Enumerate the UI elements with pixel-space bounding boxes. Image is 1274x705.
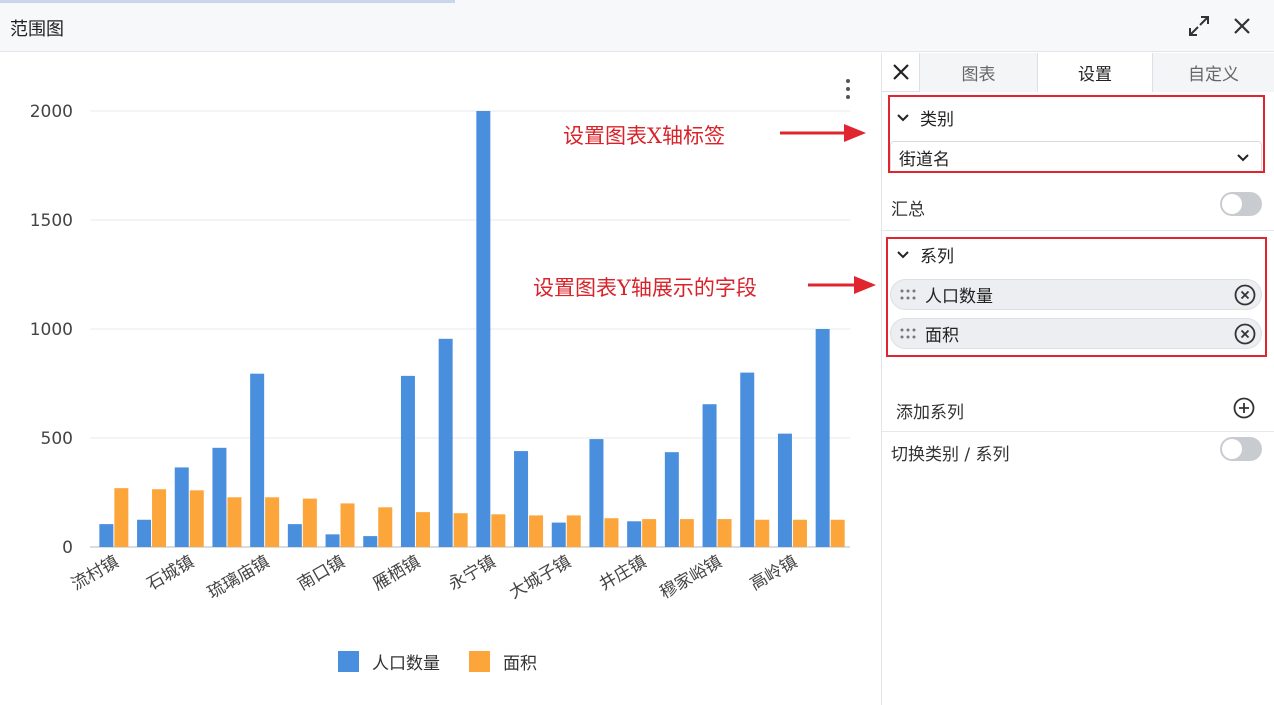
bar-population [212,447,227,547]
add-series-row[interactable]: 添加系列 [882,389,1274,427]
add-series-label: 添加系列 [896,403,964,423]
x-axis-annotation: 设置图表X轴标签 [563,124,725,148]
bar-population [137,519,152,547]
bar-area [830,519,845,547]
bar-population [815,329,830,547]
bar-area [792,519,807,547]
bar-area [566,515,581,547]
x-tick-label: 雁栖镇 [370,552,424,595]
x-tick-label: 南口镇 [294,552,348,595]
bar-area [189,490,204,547]
bar-area [679,519,694,547]
bar-population [589,439,604,547]
bar-area [415,512,430,547]
x-tick-label: 琉璃庙镇 [204,552,273,603]
y-tick-label: 2000 [30,102,73,122]
tab-chart[interactable]: 图表 [919,53,1037,92]
bar-area [717,519,732,547]
chart-area: 0 500 1000 1500 2000 流村镇 石城镇 琉璃庙镇 南口镇 雁栖镇 永宁镇 大城子镇井… [0,53,881,705]
category-highlight-box [888,95,1265,173]
bar-population [174,467,189,547]
bar-area [453,513,468,547]
summary-toggle[interactable] [1220,192,1262,216]
bar-area [152,489,167,547]
switch-toggle[interactable] [1220,437,1262,461]
bar-population [627,521,642,547]
series-highlight-box [886,237,1267,357]
bar-area [755,519,770,547]
arrow-right-icon [780,124,866,142]
y-tick-label: 1000 [30,320,73,340]
bar-population [702,404,717,547]
bar-area [227,497,242,547]
bar-population [476,111,491,547]
panel-tabs: 图表 设置 自定义 [882,53,1274,92]
bar-population [325,534,340,547]
divider [882,431,1274,432]
x-tick-label: 大城子镇 [506,552,575,603]
more-options-icon[interactable] [838,77,858,105]
divider [882,230,1274,231]
bar-population [740,372,755,547]
bar-population [287,524,302,547]
bar-population [438,338,453,547]
bar-population [551,522,566,547]
legend-swatch [338,651,359,672]
bar-population [250,373,265,547]
bar-chart: 0 500 1000 1500 2000 流村镇 石城镇 琉璃庙镇 南口镇 雁栖镇 永宁镇 大城子镇井… [30,102,850,674]
y-tick-label: 500 [41,429,73,449]
tab-custom[interactable]: 自定义 [1152,53,1274,92]
bar-population [514,451,529,547]
switch-label: 切换类别 / 系列 [891,445,1010,465]
y-axis-annotation: 设置图表Y轴展示的字段 [533,276,757,300]
tab-indicator-line [0,0,455,3]
legend-label: 人口数量 [372,654,440,674]
x-tick-label: 井庄镇 [596,552,650,595]
bar-area [378,507,393,547]
bar-population [363,536,378,547]
x-tick-label: 流村镇 [68,552,122,595]
y-tick-label: 0 [62,538,73,558]
summary-label: 汇总 [891,200,925,220]
bar-area [114,488,129,547]
legend-swatch [469,651,490,672]
bar-area [265,497,280,547]
bar-area [302,498,317,547]
bar-area [529,515,544,547]
window-title: 范围图 [10,19,64,40]
bar-area [340,503,355,547]
arrow-right-icon [808,276,876,294]
x-tick-label: 高岭镇 [747,552,801,595]
legend-label: 面积 [503,654,537,674]
x-tick-label: 石城镇 [144,552,198,595]
bar-population [664,452,679,547]
x-tick-label: 穆家峪镇 [657,552,726,603]
x-tick-label: 永宁镇 [445,552,499,595]
bar-area [604,518,619,547]
bar-population [400,375,415,547]
bar-population [777,433,792,547]
bar-population [99,524,114,547]
y-tick-label: 1500 [30,211,73,231]
tab-settings[interactable]: 设置 [1037,53,1152,92]
bar-area [642,519,657,547]
window-titlebar: 范围图 [0,0,1274,52]
close-icon[interactable] [1228,12,1256,40]
bar-area [491,514,506,547]
expand-icon[interactable] [1185,12,1213,40]
panel-close-icon[interactable] [888,59,914,85]
add-circle-icon[interactable] [1232,396,1256,420]
